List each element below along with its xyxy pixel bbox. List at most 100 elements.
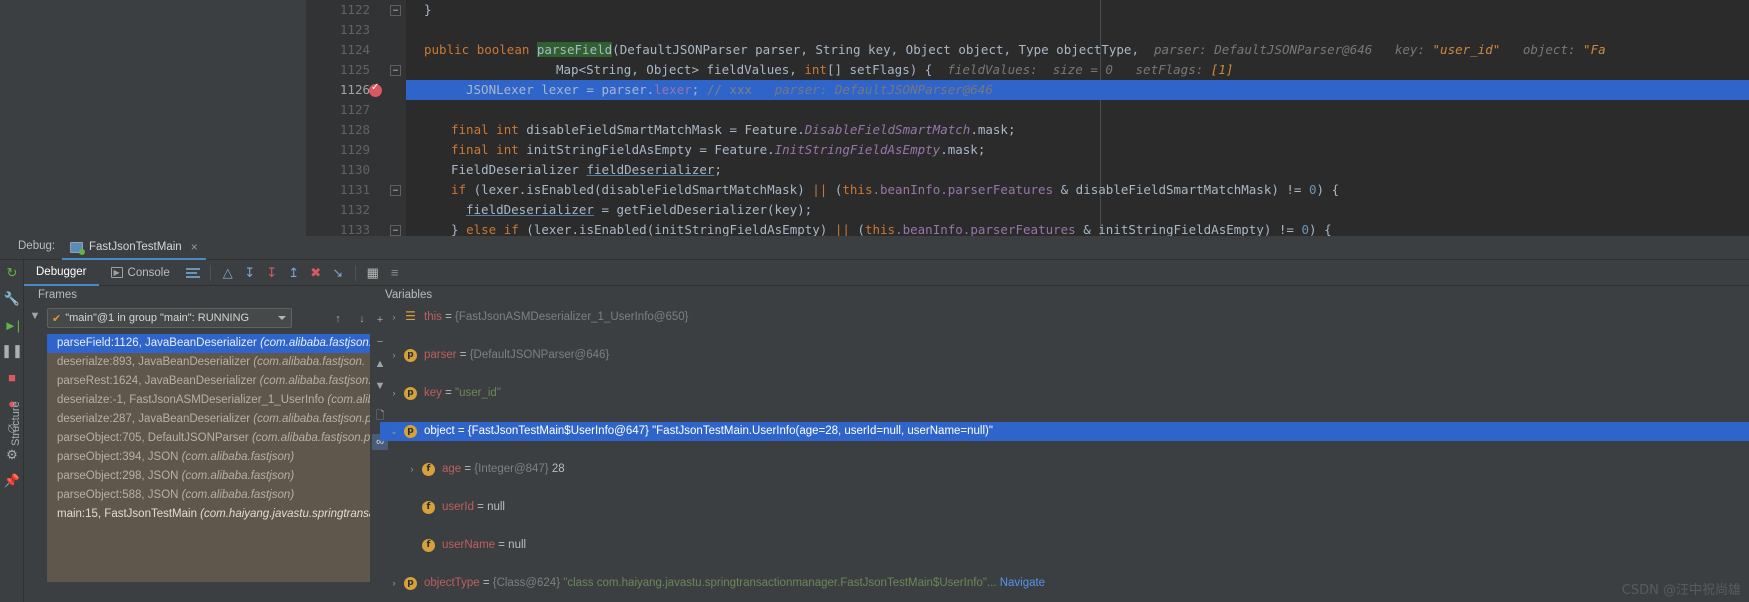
frame-item[interactable]: deserialze:287, JavaBeanDeserializer (co… (47, 410, 370, 429)
thread-selector-value: "main"@1 in group "main": RUNNING (65, 312, 250, 324)
chevron-right-icon[interactable]: › (407, 460, 417, 479)
line-number: 1133 (339, 222, 370, 236)
variables-list[interactable]: › ☰ this = {FastJsonASMDeserializer_1_Us… (380, 308, 1749, 602)
code-text: (lexer.isEnabled(initStringFieldAsEmpty) (518, 222, 835, 236)
step-over-icon[interactable]: ↧ (239, 262, 261, 284)
operator-or: || (834, 222, 850, 236)
settings-wrench-icon[interactable]: 🔧 (3, 290, 21, 308)
code-fold-marker[interactable]: ━ (390, 225, 401, 236)
static-field-disablefieldsmartmatch: DisableFieldSmartMatch (804, 122, 971, 137)
variable-row-age[interactable]: › f age = {Integer@847} 28 (380, 460, 1749, 479)
equals-sign: = (441, 387, 456, 399)
tab-debugger[interactable]: Debugger (24, 260, 99, 286)
variable-ref: {FastJsonASMDeserializer_1_UserInfo@650} (455, 311, 689, 323)
navigate-link[interactable]: Navigate (1000, 577, 1045, 589)
frames-list[interactable]: parseField:1126, JavaBeanDeserializer (c… (47, 334, 370, 582)
code-line-1132: fieldDeserializer = getFieldDeserializer… (406, 200, 1749, 220)
code-text: .mask; (970, 122, 1016, 137)
code-editor[interactable]: 1122 1123 1124 1125 1126 1127 1128 1129 … (0, 0, 1749, 236)
frame-method: parseField:1126, JavaBeanDeserializer (57, 337, 261, 349)
static-field-initstringfieldasempty: InitStringFieldAsEmpty (774, 142, 941, 157)
chevron-down-icon[interactable] (278, 316, 286, 320)
frame-item[interactable]: main:15, FastJsonTestMain (com.haiyang.j… (47, 505, 370, 524)
frame-method: parseObject:588, JSON (57, 489, 182, 501)
frame-item[interactable]: parseObject:588, JSON (com.alibaba.fastj… (47, 486, 370, 505)
breakpoint-icon[interactable] (369, 82, 382, 97)
code-text: ( (849, 222, 865, 236)
variable-row-parser[interactable]: › p parser = {DefaultJSONParser@646} (380, 346, 1749, 365)
keyword-boolean: boolean (476, 42, 530, 57)
editor-left-padding (0, 0, 306, 236)
debug-session-tab[interactable]: FastJsonTestMain × (62, 236, 206, 260)
layout-settings-icon[interactable] (182, 262, 204, 284)
variable-row-username[interactable]: f userName = null (380, 536, 1749, 555)
variable-row-userid[interactable]: f userId = null (380, 498, 1749, 517)
resume-program-icon[interactable]: ►| (3, 316, 21, 334)
frame-item[interactable]: parseField:1126, JavaBeanDeserializer (c… (47, 334, 370, 353)
chevron-right-icon[interactable]: › (389, 346, 399, 365)
field-icon: f (422, 463, 435, 476)
number-literal: 0 (1301, 222, 1310, 236)
code-text: JSONLexer lexer = parser. (466, 82, 655, 97)
evaluate-expression-icon[interactable]: ▦ (362, 262, 384, 284)
force-step-into-icon[interactable]: ✖ (305, 262, 327, 284)
code-fold-marker[interactable]: ━ (390, 5, 401, 16)
variable-name: userName (442, 539, 496, 551)
variable-ref: {FastJsonTestMain$UserInfo@647} (467, 425, 649, 437)
frame-package: (com.alibaba.fastjson. (260, 337, 370, 349)
code-text: ; (691, 82, 700, 97)
console-icon: ▶ (110, 267, 123, 278)
code-fold-marker[interactable]: ━ (390, 65, 401, 76)
show-execution-point-icon[interactable]: △ (217, 262, 239, 284)
code-text: = getFieldDeserializer(key); (593, 202, 813, 217)
pin-icon[interactable]: 📌 (3, 472, 21, 490)
frame-item[interactable]: deserialze:-1, FastJsonASMDeserializer_1… (47, 391, 370, 410)
variable-fielddeserializer[interactable]: fieldDeserializer (586, 162, 714, 177)
parameter-icon: p (404, 349, 417, 362)
variable-value: "FastJsonTestMain.UserInfo(age=28, userI… (652, 425, 993, 437)
settings-gear-icon[interactable]: ⚙ (3, 446, 21, 464)
step-into-icon[interactable]: ↧ (261, 262, 283, 284)
debugger-toolbar[interactable]: Debugger ▶ Console △ ↧ ↧ ↥ ✖ ↘ ▦ ≡ (24, 260, 1749, 286)
step-out-icon[interactable]: ↥ (283, 262, 305, 284)
run-to-cursor-icon[interactable]: ↘ (327, 262, 349, 284)
thread-selector[interactable]: ✔ "main"@1 in group "main": RUNNING (47, 308, 292, 328)
chevron-down-icon[interactable]: ⌄ (389, 422, 399, 441)
equals-sign: = (454, 425, 468, 437)
line-number: 1124 (339, 42, 370, 57)
chevron-right-icon[interactable]: › (389, 574, 399, 593)
frame-package: (com.alibaba.fastjson) (181, 470, 295, 482)
code-fold-marker[interactable]: ━ (390, 185, 401, 196)
code-text: & initStringFieldAsEmpty) != (1075, 222, 1302, 236)
variable-row-object[interactable]: ⌄ p object = {FastJsonTestMain$UserInfo@… (380, 422, 1749, 441)
variable-row-objecttype[interactable]: › p objectType = {Class@624} "class com.… (380, 574, 1749, 593)
code-text: [] setFlags) { (826, 62, 933, 77)
chevron-right-icon[interactable]: › (389, 308, 399, 327)
variable-row-key[interactable]: › p key = "user_id" (380, 384, 1749, 403)
frame-down-icon[interactable]: ↓ (354, 311, 370, 327)
chevron-right-icon[interactable]: › (389, 384, 399, 403)
inlay-hint-fieldvalues-label: fieldValues: (947, 62, 1038, 77)
frame-package: (com.alibaba.fastjson) (181, 451, 295, 463)
frame-item[interactable]: parseObject:298, JSON (com.alibaba.fastj… (47, 467, 370, 486)
frame-item[interactable]: parseRest:1624, JavaBeanDeserializer (co… (47, 372, 370, 391)
tab-console[interactable]: ▶ Console (99, 260, 182, 286)
close-icon[interactable]: × (191, 240, 198, 254)
frames-panel-title: Frames (38, 289, 77, 301)
frame-package: (com.haiyang.javastu.springtransa (200, 508, 370, 520)
frames-filter-icon[interactable]: ▼ (27, 308, 43, 324)
settings-list-icon[interactable]: ≡ (384, 262, 406, 284)
field-icon: f (422, 501, 435, 514)
frame-item[interactable]: parseObject:394, JSON (com.alibaba.fastj… (47, 448, 370, 467)
structure-tool-label[interactable]: Structure (10, 386, 22, 446)
frame-item[interactable]: deserialze:893, JavaBeanDeserializer (co… (47, 353, 370, 372)
pause-icon[interactable]: ❚❚ (1, 342, 23, 360)
variable-fielddeserializer[interactable]: fieldDeserializer (466, 202, 594, 217)
frame-item[interactable]: parseObject:705, DefaultJSONParser (com.… (47, 429, 370, 448)
number-literal: 0 (1308, 182, 1317, 197)
variable-row-this[interactable]: › ☰ this = {FastJsonASMDeserializer_1_Us… (380, 308, 1749, 327)
rerun-icon[interactable]: ↻ (3, 264, 21, 282)
frame-up-icon[interactable]: ↑ (330, 311, 346, 327)
stop-icon[interactable]: ■ (3, 368, 21, 386)
keyword-public: public (424, 42, 470, 57)
